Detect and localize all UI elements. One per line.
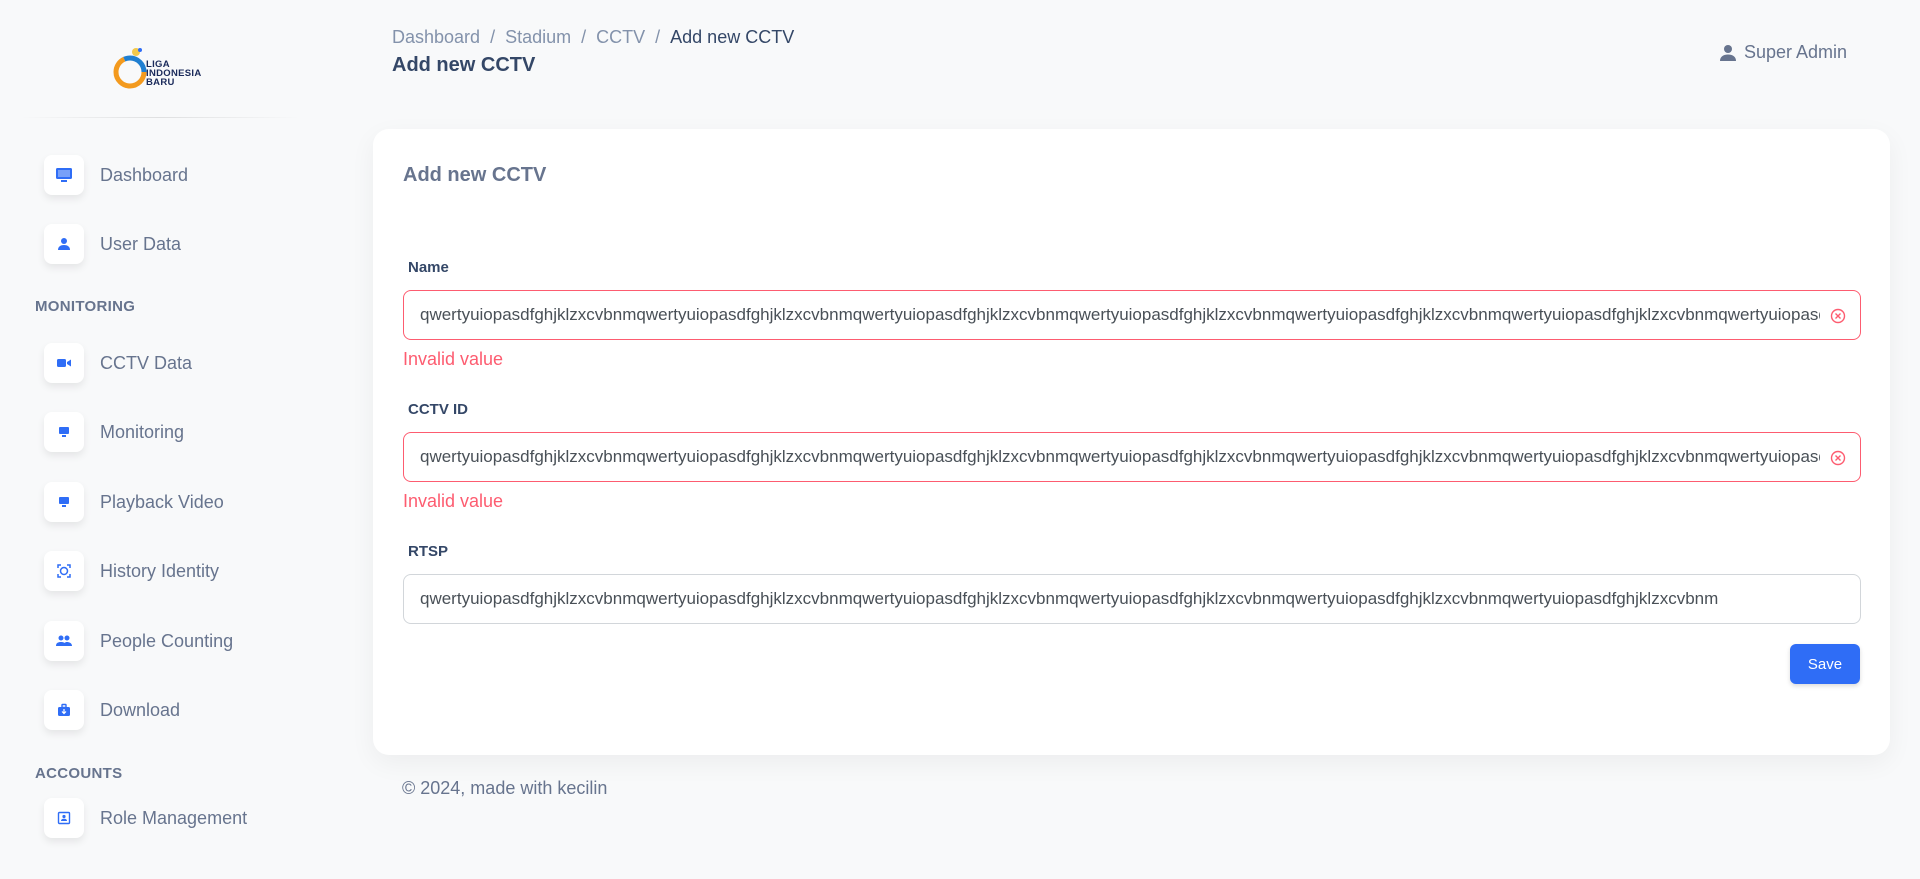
video-camera-icon	[44, 343, 84, 383]
liga-logo-icon	[113, 48, 147, 89]
briefcase-icon	[44, 690, 84, 730]
sidebar-item-playback-video[interactable]: Playback Video	[44, 482, 224, 522]
display-icon	[44, 482, 84, 522]
error-icon	[1830, 308, 1846, 324]
card-title: Add new CCTV	[403, 164, 547, 186]
breadcrumb-separator: /	[655, 27, 661, 47]
sidebar: LIGA INDONESIA BARU Dashboard User Data …	[0, 0, 320, 879]
rtsp-input[interactable]: qwertyuiopasdfghjklzxcvbnmqwertyuiopasdf…	[403, 574, 1861, 624]
breadcrumb-current: Add new CCTV	[670, 27, 795, 47]
cctv-id-input[interactable]: qwertyuiopasdfghjklzxcvbnmqwertyuiopasdf…	[403, 432, 1861, 482]
rtsp-input-value: qwertyuiopasdfghjklzxcvbnmqwertyuiopasdf…	[420, 589, 1719, 608]
monitor-icon	[44, 155, 84, 195]
sidebar-item-label: Role Management	[100, 807, 248, 828]
page-title: Add new CCTV	[392, 54, 536, 76]
sidebar-divider	[20, 117, 300, 118]
liga-logo[interactable]: LIGA INDONESIA BARU	[110, 46, 210, 94]
cctv-id-input-value: qwertyuiopasdfghjklzxcvbnmqwertyuiopasdf…	[420, 447, 1820, 466]
section-monitoring: MONITORING	[35, 298, 136, 315]
rtsp-label: RTSP	[408, 543, 449, 560]
sidebar-item-label: Download	[100, 699, 181, 720]
error-icon	[1830, 450, 1846, 466]
breadcrumb-stadium[interactable]: Stadium	[505, 27, 571, 48]
display-icon	[44, 412, 84, 452]
sidebar-item-user-data[interactable]: User Data	[44, 224, 181, 264]
users-icon	[44, 621, 84, 661]
breadcrumb-cctv[interactable]: CCTV	[596, 27, 645, 48]
sidebar-item-label: CCTV Data	[100, 352, 193, 373]
sidebar-item-dashboard[interactable]: Dashboard	[44, 155, 188, 195]
sidebar-item-download[interactable]: Download	[44, 690, 180, 730]
breadcrumb: Dashboard / Stadium / CCTV / Add new CCT…	[392, 27, 794, 48]
cctv-id-error: Invalid value	[403, 491, 504, 511]
cctv-id-label: CCTV ID	[408, 401, 468, 418]
user-menu[interactable]: Super Admin	[1720, 42, 1847, 63]
sidebar-item-role-management[interactable]: Role Management	[44, 798, 247, 838]
sidebar-item-people-counting[interactable]: People Counting	[44, 621, 233, 661]
sidebar-item-label: Playback Video	[100, 491, 224, 512]
user-icon	[44, 224, 84, 264]
sidebar-item-cctv-data[interactable]: CCTV Data	[44, 343, 192, 383]
sidebar-item-history-identity[interactable]: History Identity	[44, 551, 219, 591]
name-label: Name	[408, 259, 449, 276]
sidebar-item-monitoring[interactable]: Monitoring	[44, 412, 184, 452]
user-name: Super Admin	[1744, 42, 1848, 62]
name-input[interactable]: qwertyuiopasdfghjklzxcvbnmqwertyuiopasdf…	[403, 290, 1861, 340]
logo-text: LIGA INDONESIA BARU	[146, 59, 202, 88]
breadcrumb-separator: /	[490, 27, 496, 47]
breadcrumb-separator: /	[581, 27, 587, 47]
sidebar-item-label: User Data	[100, 233, 182, 254]
sidebar-item-label: Monitoring	[100, 421, 185, 442]
name-input-value: qwertyuiopasdfghjklzxcvbnmqwertyuiopasdf…	[420, 305, 1820, 324]
sidebar-item-label: People Counting	[100, 630, 234, 651]
face-scan-icon	[44, 551, 84, 591]
form-card: Add new CCTV Name qwertyuiopasdfghjklzxc…	[373, 129, 1890, 755]
name-error: Invalid value	[403, 349, 504, 369]
sidebar-item-label: History Identity	[100, 560, 220, 581]
sidebar-item-label: Dashboard	[100, 164, 189, 185]
user-icon	[1720, 44, 1736, 61]
breadcrumb-dashboard[interactable]: Dashboard	[392, 27, 480, 48]
id-card-icon	[44, 798, 84, 838]
save-button[interactable]: Save	[1790, 644, 1860, 684]
footer-copyright: © 2024, made with kecilin	[402, 778, 608, 798]
section-accounts: ACCOUNTS	[35, 765, 123, 782]
